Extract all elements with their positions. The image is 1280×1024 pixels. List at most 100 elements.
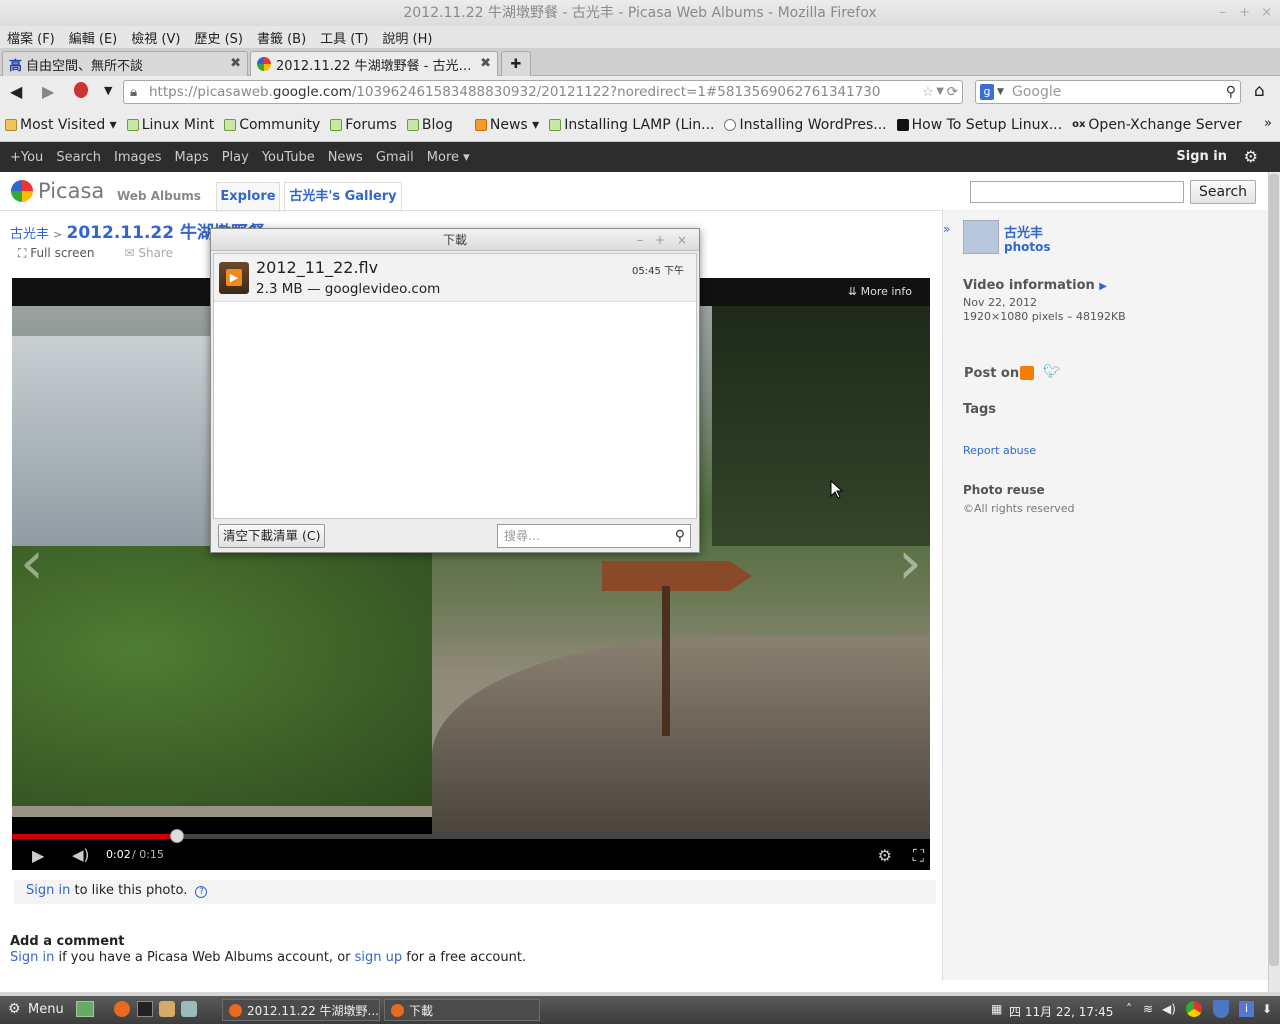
- video-information-toggle[interactable]: Video information ▶: [963, 278, 1107, 293]
- menu-help[interactable]: 說明 (H): [382, 28, 432, 47]
- downloads-search-input[interactable]: 搜尋… ⚲: [497, 524, 691, 548]
- downloads-close-icon[interactable]: ×: [677, 229, 687, 251]
- gbar-maps[interactable]: Maps: [174, 150, 208, 165]
- show-desktop-icon[interactable]: [76, 1001, 94, 1017]
- task-downloads-window[interactable]: 下載: [384, 999, 540, 1021]
- engine-dropdown-icon[interactable]: ▼: [997, 81, 1004, 103]
- app-launcher-icon[interactable]: [181, 1001, 197, 1017]
- gbar-gmail[interactable]: Gmail: [376, 150, 414, 165]
- shield-icon[interactable]: [1213, 1000, 1229, 1018]
- comment-signin-link[interactable]: Sign in: [10, 950, 54, 965]
- chrome-tray-icon[interactable]: [1186, 1001, 1202, 1017]
- start-menu-button[interactable]: Menu: [28, 1002, 64, 1017]
- clear-downloads-button[interactable]: 清空下載清單 (C): [218, 524, 325, 548]
- forward-icon[interactable]: ▶: [42, 82, 54, 101]
- blogger-icon[interactable]: [1020, 366, 1034, 380]
- files-launcher-icon[interactable]: [159, 1001, 175, 1017]
- url-bar[interactable]: 🔒︎ https://picasaweb.google.com/10396246…: [123, 80, 963, 104]
- home-icon[interactable]: ⌂: [1254, 81, 1265, 101]
- video-progress-track[interactable]: [12, 829, 930, 843]
- bookmarks-overflow-icon[interactable]: »: [1264, 116, 1272, 131]
- like-signin-link[interactable]: Sign in: [26, 883, 70, 898]
- picasa-search-button[interactable]: Search: [1190, 180, 1256, 204]
- bookmark-installing-wordpress[interactable]: Installing WordPres...: [724, 117, 887, 133]
- avatar[interactable]: [963, 220, 999, 254]
- info-tray-icon[interactable]: i: [1239, 1001, 1254, 1017]
- next-arrow-icon[interactable]: ›: [898, 528, 922, 598]
- network-icon[interactable]: ≋: [1143, 1002, 1153, 1016]
- settings-gear-icon[interactable]: ⚙: [1244, 147, 1258, 166]
- gbar-youtube[interactable]: YouTube: [262, 150, 315, 165]
- back-icon[interactable]: ◀: [10, 82, 22, 101]
- menu-view[interactable]: 檢視 (V): [131, 28, 180, 47]
- twitter-icon[interactable]: 🐦︎: [1043, 364, 1061, 380]
- google-engine-icon[interactable]: g: [980, 84, 994, 100]
- search-icon[interactable]: ⚲: [1226, 81, 1236, 103]
- reload-icon[interactable]: ⟳: [946, 81, 958, 103]
- gbar-play[interactable]: Play: [222, 150, 249, 165]
- firefox-launcher-icon[interactable]: [114, 1001, 130, 1017]
- minimize-icon[interactable]: –: [1220, 0, 1227, 26]
- downloads-minimize-icon[interactable]: –: [637, 229, 643, 251]
- tab-gallery[interactable]: 古光丰's Gallery: [284, 182, 402, 212]
- menu-edit[interactable]: 編輯 (E): [69, 28, 118, 47]
- new-tab-button[interactable]: ✚: [501, 51, 531, 76]
- bookmark-community[interactable]: Community: [224, 117, 320, 133]
- video-scrubber-handle[interactable]: [170, 829, 185, 843]
- star-icon[interactable]: ☆: [921, 81, 934, 103]
- downloads-maximize-icon[interactable]: +: [655, 229, 665, 251]
- more-info-button[interactable]: ⇊ More info: [848, 285, 912, 298]
- close-window-icon[interactable]: ×: [1261, 0, 1272, 26]
- bookmark-most-visited[interactable]: Most Visited ▾: [5, 117, 117, 133]
- signup-link[interactable]: sign up: [355, 950, 403, 965]
- menu-history[interactable]: 歷史 (S): [194, 28, 243, 47]
- bookmark-news[interactable]: News ▾: [474, 117, 539, 133]
- sidebar-user-link[interactable]: 古光丰: [1004, 222, 1043, 241]
- gbar-search[interactable]: Search: [56, 150, 101, 165]
- bookmark-blog[interactable]: Blog: [406, 117, 453, 133]
- video-settings-icon[interactable]: ⚙: [878, 846, 892, 865]
- bookmark-open-xchange[interactable]: ox Open-Xchange Server: [1072, 117, 1242, 133]
- gbar-plus-you[interactable]: +You: [10, 150, 43, 165]
- bookmark-how-to-setup[interactable]: How To Setup Linux...: [896, 117, 1062, 133]
- close-tab-icon[interactable]: ✖: [480, 56, 491, 71]
- report-abuse-link[interactable]: Report abuse: [963, 444, 1036, 457]
- bookmark-linux-mint[interactable]: Linux Mint: [126, 117, 214, 133]
- tab-explore[interactable]: Explore: [216, 182, 280, 212]
- play-icon[interactable]: ▶: [32, 846, 44, 865]
- gbar-sign-in[interactable]: Sign in: [1176, 149, 1227, 164]
- collapse-sidebar-icon[interactable]: »: [943, 222, 950, 236]
- tab-forum[interactable]: 高 自由空間、無所不談 ✖: [2, 51, 248, 76]
- addon-icon[interactable]: [74, 82, 88, 98]
- menu-file[interactable]: 檔案 (F): [7, 28, 55, 47]
- history-dropdown-icon[interactable]: ▼: [104, 84, 112, 97]
- gbar-more[interactable]: More ▾: [427, 150, 470, 165]
- volume-icon[interactable]: ◀): [72, 846, 89, 864]
- tray-expand-icon[interactable]: ˄: [1126, 1002, 1132, 1016]
- help-icon[interactable]: ?: [195, 886, 208, 898]
- close-tab-icon[interactable]: ✖: [230, 56, 241, 71]
- url-dropdown-icon[interactable]: ▼: [936, 81, 944, 103]
- picasa-search-input[interactable]: [970, 181, 1184, 203]
- video-fullscreen-icon[interactable]: ⛶: [913, 846, 924, 866]
- fullscreen-button[interactable]: ⛶ Full screen: [18, 246, 94, 261]
- sidebar-photos-link[interactable]: photos: [1004, 240, 1051, 254]
- volume-tray-icon[interactable]: ◀): [1162, 1002, 1176, 1016]
- task-firefox-window[interactable]: 2012.11.22 牛湖墩野...: [222, 999, 380, 1021]
- gbar-news[interactable]: News: [328, 150, 363, 165]
- bookmark-forums[interactable]: Forums: [330, 117, 397, 133]
- gbar-images[interactable]: Images: [114, 150, 162, 165]
- previous-arrow-icon[interactable]: ‹: [20, 528, 44, 598]
- maximize-icon[interactable]: +: [1239, 0, 1250, 26]
- terminal-launcher-icon[interactable]: [137, 1001, 153, 1017]
- share-button[interactable]: ✉ Share: [124, 246, 173, 261]
- search-bar[interactable]: g ▼ Google ⚲: [975, 80, 1241, 104]
- menu-tools[interactable]: 工具 (T): [320, 28, 368, 47]
- page-scrollbar-thumb[interactable]: [1269, 174, 1279, 966]
- update-tray-icon[interactable]: ⬇: [1262, 1002, 1272, 1016]
- tab-picasa[interactable]: 2012.11.22 牛湖墩野餐 - 古光… ✖: [250, 51, 498, 76]
- download-item[interactable]: ▶ 2012_11_22.flv 2.3 MB — googlevideo.co…: [214, 254, 696, 302]
- clock[interactable]: 四 11月 22, 17:45: [1009, 1003, 1113, 1020]
- breadcrumb-user[interactable]: 古光丰: [10, 227, 49, 242]
- menu-bookmarks[interactable]: 書籤 (B): [257, 28, 306, 47]
